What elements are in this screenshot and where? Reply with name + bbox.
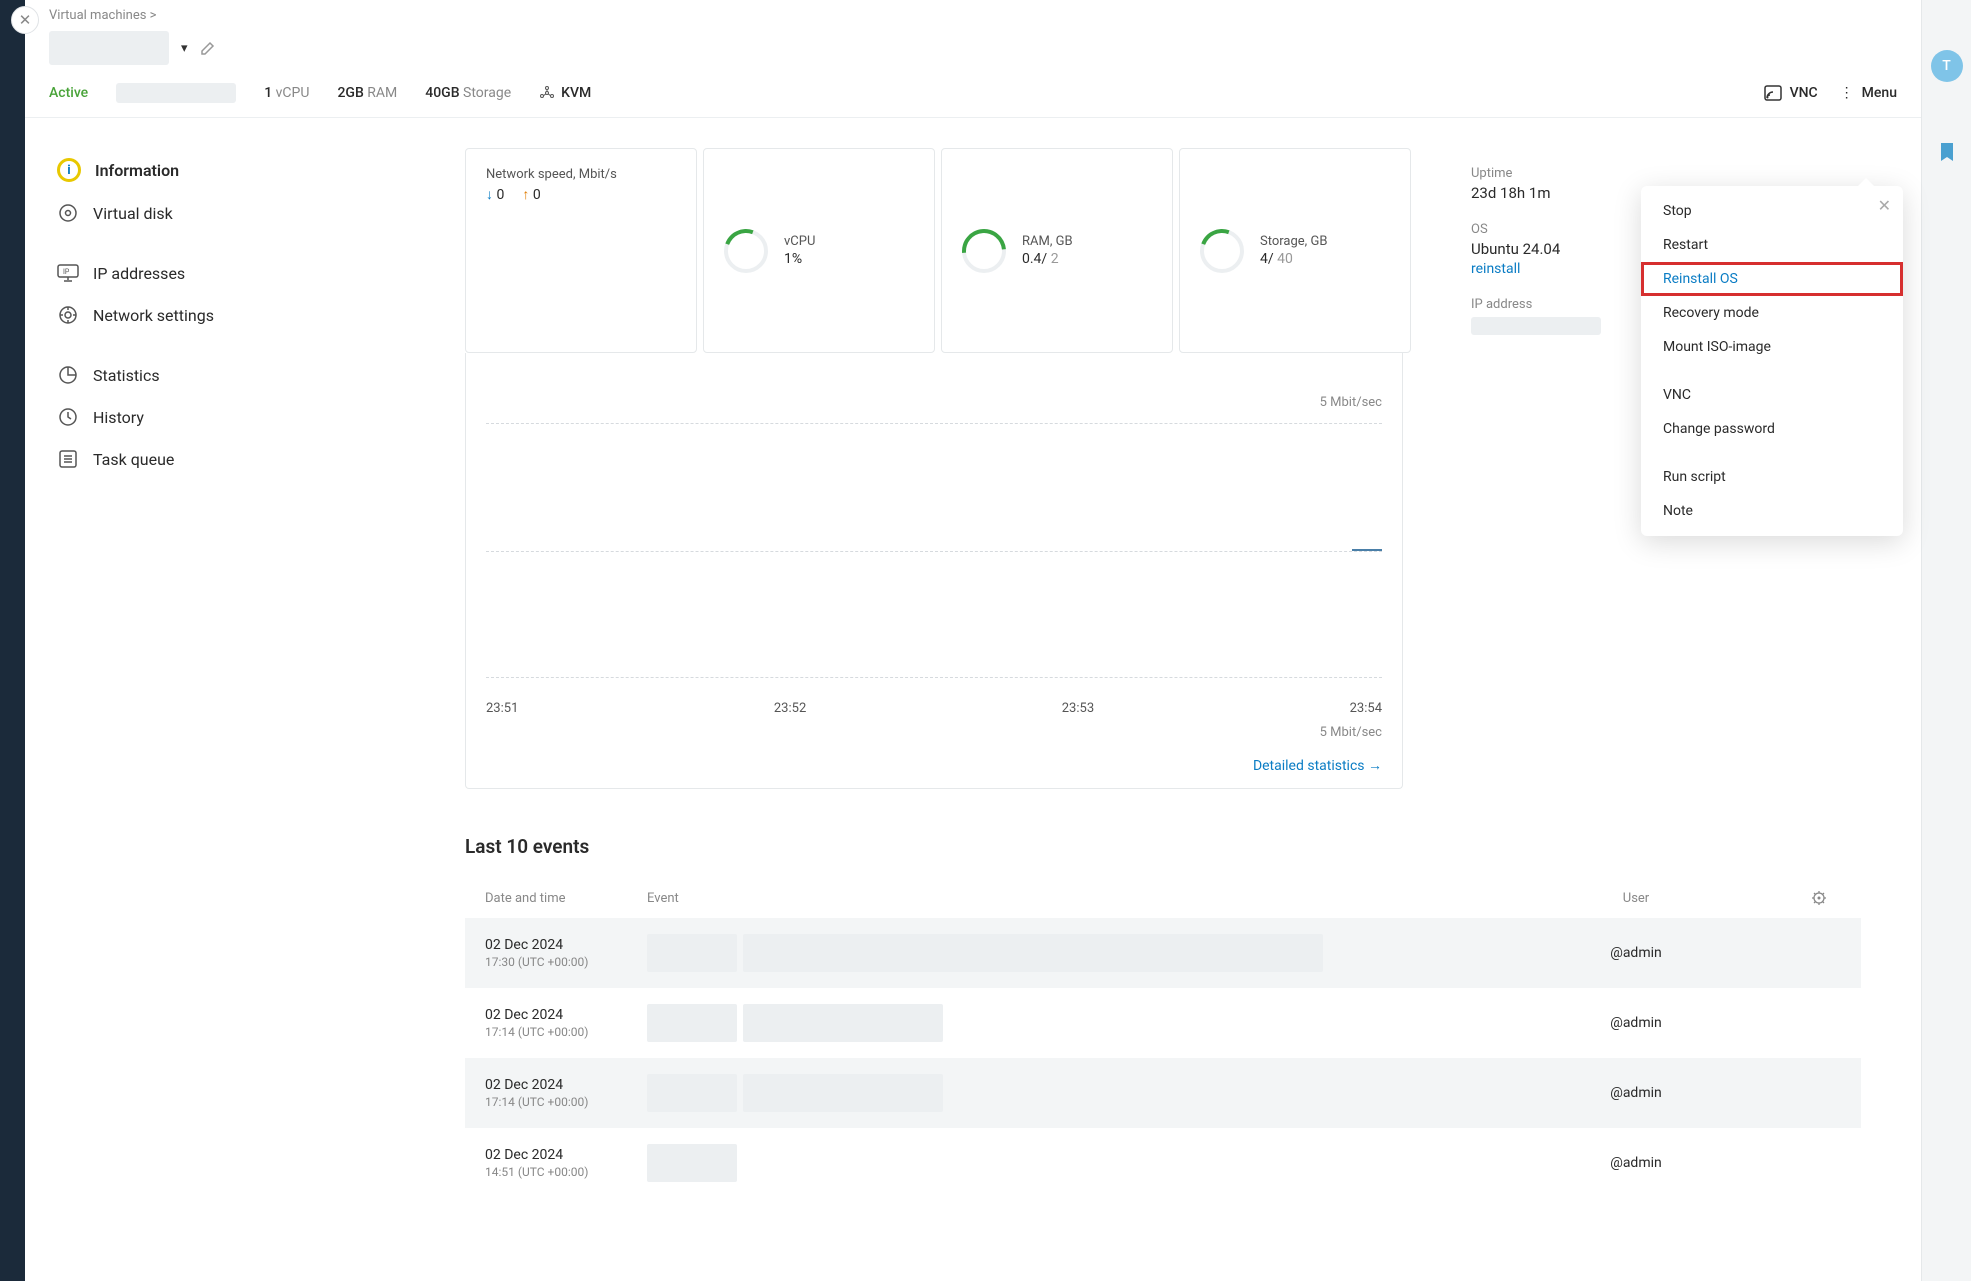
chart-x-ticks: 23:51 23:52 23:53 23:54 xyxy=(486,701,1382,716)
sidenav-label: Network settings xyxy=(93,306,214,325)
events-header: Date and time Event User xyxy=(465,878,1861,918)
user-avatar[interactable]: T xyxy=(1931,50,1963,82)
gauge-netspeed: Network speed, Mbit/s ↓ 0 ↑ 0 xyxy=(465,148,697,353)
detailed-statistics-link[interactable]: Detailed statistics → xyxy=(1253,757,1382,774)
menu-button[interactable]: ⋮ Menu xyxy=(1840,85,1897,101)
close-icon[interactable]: ✕ xyxy=(1878,196,1891,215)
content: i Information Virtual disk IP IP address… xyxy=(25,118,1921,1228)
menu-item-stop[interactable]: Stop xyxy=(1641,194,1903,228)
sidenav-item-statistics[interactable]: Statistics xyxy=(57,354,445,396)
menu-item-restart[interactable]: Restart xyxy=(1641,228,1903,262)
chart-y-unit-top: 5 Mbit/sec xyxy=(1320,395,1382,410)
table-row: 02 Dec 202417:14 (UTC +00:00) @admin xyxy=(465,1058,1861,1128)
cluster-icon xyxy=(539,85,555,101)
sidenav-item-history[interactable]: History xyxy=(57,396,445,438)
menu-item-mount-iso[interactable]: Mount ISO-image xyxy=(1641,330,1903,364)
spec-ram: 2GB RAM xyxy=(337,85,397,101)
vnc-button[interactable]: VNC xyxy=(1764,85,1818,101)
sidenav-item-virtual-disk[interactable]: Virtual disk xyxy=(57,192,445,234)
table-settings-button[interactable] xyxy=(1811,890,1841,906)
menu-item-note[interactable]: Note xyxy=(1641,494,1903,528)
close-panel-button[interactable]: ✕ xyxy=(11,6,39,34)
breadcrumb-parent[interactable]: Virtual machines xyxy=(49,8,146,23)
spec-vcpu: 1 vCPU xyxy=(264,85,309,101)
network-icon xyxy=(57,304,79,326)
arrow-down-icon: ↓ xyxy=(486,187,493,203)
menu-item-change-password[interactable]: Change password xyxy=(1641,412,1903,446)
netspeed-down: 0 xyxy=(496,187,504,203)
uptime-value: 23d 18h 1m xyxy=(1471,184,1550,202)
list-icon xyxy=(57,448,79,470)
chart-area xyxy=(486,423,1382,678)
netspeed-up: 0 xyxy=(533,187,541,203)
status-placeholder xyxy=(116,83,236,103)
info-bar: Active 1 vCPU 2GB RAM 40GB Storage KVM V… xyxy=(25,83,1921,118)
breadcrumb: Virtual machines > xyxy=(25,0,1921,23)
title-row: ▾ xyxy=(25,23,1921,83)
gauge-vcpu: vCPU1% xyxy=(703,148,935,353)
reinstall-link[interactable]: reinstall xyxy=(1471,261,1520,277)
vm-name-placeholder xyxy=(49,31,169,65)
uptime-label: Uptime xyxy=(1471,166,1512,181)
table-row: 02 Dec 202417:30 (UTC +00:00) @admin xyxy=(465,918,1861,988)
sidenav-label: Virtual disk xyxy=(93,204,173,223)
breadcrumb-sep: > xyxy=(150,8,157,23)
ip-icon: IP xyxy=(57,262,79,284)
netspeed-label: Network speed, Mbit/s xyxy=(486,167,617,182)
menu-dropdown: ✕ Stop Restart Reinstall OS Recovery mod… xyxy=(1641,186,1903,536)
arrow-up-icon: ↑ xyxy=(522,187,529,203)
clock-icon xyxy=(57,406,79,428)
sidenav-label: Information xyxy=(95,161,179,180)
col-event: Event xyxy=(647,891,1461,906)
spec-storage: 40GB Storage xyxy=(425,85,511,101)
chevron-down-icon[interactable]: ▾ xyxy=(181,41,188,56)
os-label: OS xyxy=(1471,222,1488,237)
dots-vertical-icon: ⋮ xyxy=(1840,85,1854,101)
ip-placeholder xyxy=(1471,317,1601,335)
main-panel: ✕ Virtual machines > ▾ Active 1 vCPU 2GB… xyxy=(25,0,1921,1281)
menu-item-recovery-mode[interactable]: Recovery mode xyxy=(1641,296,1903,330)
col-user: User xyxy=(1461,891,1811,906)
sidenav-item-network-settings[interactable]: Network settings xyxy=(57,294,445,336)
sidenav-item-task-queue[interactable]: Task queue xyxy=(57,438,445,480)
disk-icon xyxy=(57,202,79,224)
app-rightbar: T xyxy=(1921,0,1971,1281)
info-icon: i xyxy=(57,158,81,182)
sidenav-label: Task queue xyxy=(93,450,174,469)
app-leftbar xyxy=(0,0,25,1281)
spec-kvm: KVM xyxy=(539,85,591,101)
gauge-circle-icon xyxy=(724,229,768,273)
menu-item-vnc[interactable]: VNC xyxy=(1641,378,1903,412)
sidenav-label: Statistics xyxy=(93,366,160,385)
events-title: Last 10 events xyxy=(465,835,1861,858)
gauge-ram: RAM, GB0.4/ 2 xyxy=(941,148,1173,353)
sidenav-item-ip-addresses[interactable]: IP IP addresses xyxy=(57,252,445,294)
table-row: 02 Dec 202417:14 (UTC +00:00) @admin xyxy=(465,988,1861,1058)
status-badge: Active xyxy=(49,85,88,101)
col-date: Date and time xyxy=(485,891,647,906)
menu-item-reinstall-os[interactable]: Reinstall OS xyxy=(1641,262,1903,296)
events-table: Date and time Event User 02 Dec 202417:3… xyxy=(465,878,1861,1198)
os-value: Ubuntu 24.04 xyxy=(1471,240,1560,258)
cast-icon xyxy=(1764,85,1782,101)
sidenav-item-information[interactable]: i Information xyxy=(57,148,445,192)
svg-text:IP: IP xyxy=(63,268,70,276)
sidenav-label: History xyxy=(93,408,144,427)
table-row: 02 Dec 202414:51 (UTC +00:00) @admin xyxy=(465,1128,1861,1198)
chart-y-unit-bottom: 5 Mbit/sec xyxy=(1320,725,1382,740)
edit-icon[interactable] xyxy=(200,40,216,56)
pie-chart-icon xyxy=(57,364,79,386)
bookmark-icon[interactable] xyxy=(1938,142,1956,162)
gauge-circle-icon xyxy=(962,229,1006,273)
menu-item-run-script[interactable]: Run script xyxy=(1641,460,1903,494)
chart-line xyxy=(1352,549,1382,551)
gauge-storage: Storage, GB4/ 40 xyxy=(1179,148,1411,353)
side-nav: i Information Virtual disk IP IP address… xyxy=(25,118,465,1228)
network-chart: 5 Mbit/sec 23:51 23:52 23:53 23:54 5 Mbi… xyxy=(465,353,1403,789)
sidenav-label: IP addresses xyxy=(93,264,185,283)
gauge-circle-icon xyxy=(1200,229,1244,273)
ip-label: IP address xyxy=(1471,297,1532,312)
